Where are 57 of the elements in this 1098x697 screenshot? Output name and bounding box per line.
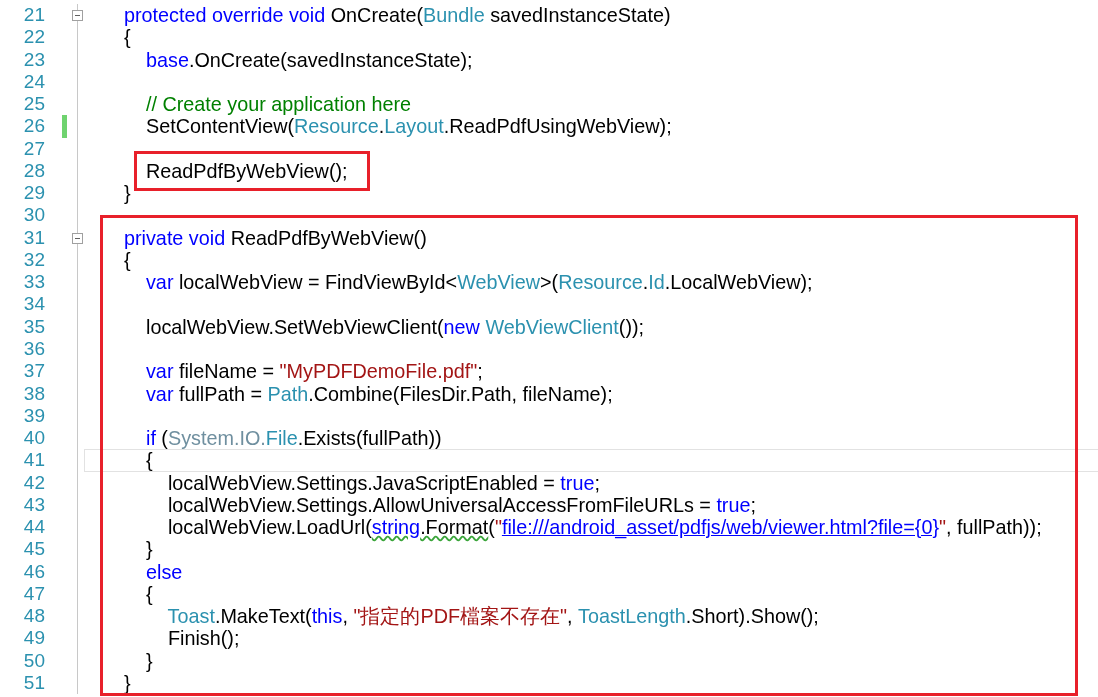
line-number: 32 [22, 248, 45, 272]
line-number: 45 [22, 538, 45, 561]
line-number: 49 [22, 627, 45, 650]
line-number: 34 [22, 293, 45, 316]
line-number: 43 [22, 493, 45, 517]
code-line: var fullPath = Path.Combine(FilesDir.Path, fileName); [144, 382, 613, 405]
code-line: } [124, 182, 131, 205]
code-line: } [144, 538, 153, 561]
line-number: 39 [22, 404, 45, 428]
collapse-icon[interactable] [72, 232, 83, 244]
line-number: 31 [22, 226, 45, 249]
code-line: { [124, 26, 131, 49]
line-number: 33 [22, 271, 45, 294]
code-line: var localWebView = FindViewById<WebView>(Resource.Id.LocalWebView); [144, 271, 813, 294]
line-number: 42 [22, 471, 45, 494]
line-number: 25 [22, 93, 45, 116]
line-number: 26 [22, 115, 45, 138]
line-number: 24 [22, 70, 45, 94]
code-line: Finish(); [166, 627, 240, 650]
line-number: 37 [22, 360, 45, 383]
code-line: { [124, 248, 131, 272]
line-number: 27 [22, 137, 45, 160]
code-line: protected override void OnCreate(Bundle savedInstanceState) [124, 4, 671, 27]
collapse-icon[interactable] [72, 10, 83, 21]
code-line: { [144, 449, 153, 472]
line-number: 47 [22, 582, 45, 606]
code-line: localWebView.LoadUrl(string.Format("file:///android_asset/pdfjs/web/viewer.html?file={0}", fullPath)); [166, 516, 1042, 539]
line-number: 41 [22, 449, 45, 472]
line-number: 28 [22, 159, 45, 183]
line-number: 36 [22, 338, 45, 361]
line-number: 44 [22, 516, 45, 539]
code-line: } [144, 649, 153, 672]
line-number: 40 [22, 427, 45, 450]
code-line: var fileName = "MyPDFDemoFile.pdf"; [144, 360, 483, 383]
line-number: 51 [22, 671, 45, 695]
code-line: SetContentView(Resource.Layout.ReadPdfUsingWebView); [144, 115, 672, 138]
code-line: private void ReadPdfByWebView() [124, 226, 427, 249]
code-line: if (System.IO.File.Exists(fullPath)) [144, 427, 442, 450]
line-number: 46 [22, 560, 45, 583]
code-line: localWebView.Settings.AllowUniversalAccessFromFileURLs = true; [166, 493, 756, 517]
code-line: { [144, 582, 153, 606]
code-line: localWebView.SetWebViewClient(new WebViewClient()); [144, 315, 645, 338]
code-line: localWebView.Settings.JavaScriptEnabled = true; [166, 471, 600, 494]
code-line: Toast.MakeText(this, "指定的PDF檔案不存在", ToastLength.Short).Show(); [166, 605, 819, 628]
line-number: 21 [22, 4, 45, 27]
line-number: 50 [22, 649, 45, 672]
line-number: 23 [22, 48, 45, 71]
line-number: 29 [22, 182, 45, 205]
line-number: 35 [22, 315, 45, 338]
code-line: ReadPdfByWebView(); [144, 159, 348, 183]
line-number: 38 [22, 382, 45, 405]
line-number: 48 [22, 605, 45, 628]
line-number: 22 [22, 26, 45, 49]
code-line: else [144, 560, 183, 583]
code-line: base.OnCreate(savedInstanceState); [144, 48, 473, 71]
code-line: // Create your application here [144, 93, 411, 116]
line-number: 30 [22, 204, 45, 227]
